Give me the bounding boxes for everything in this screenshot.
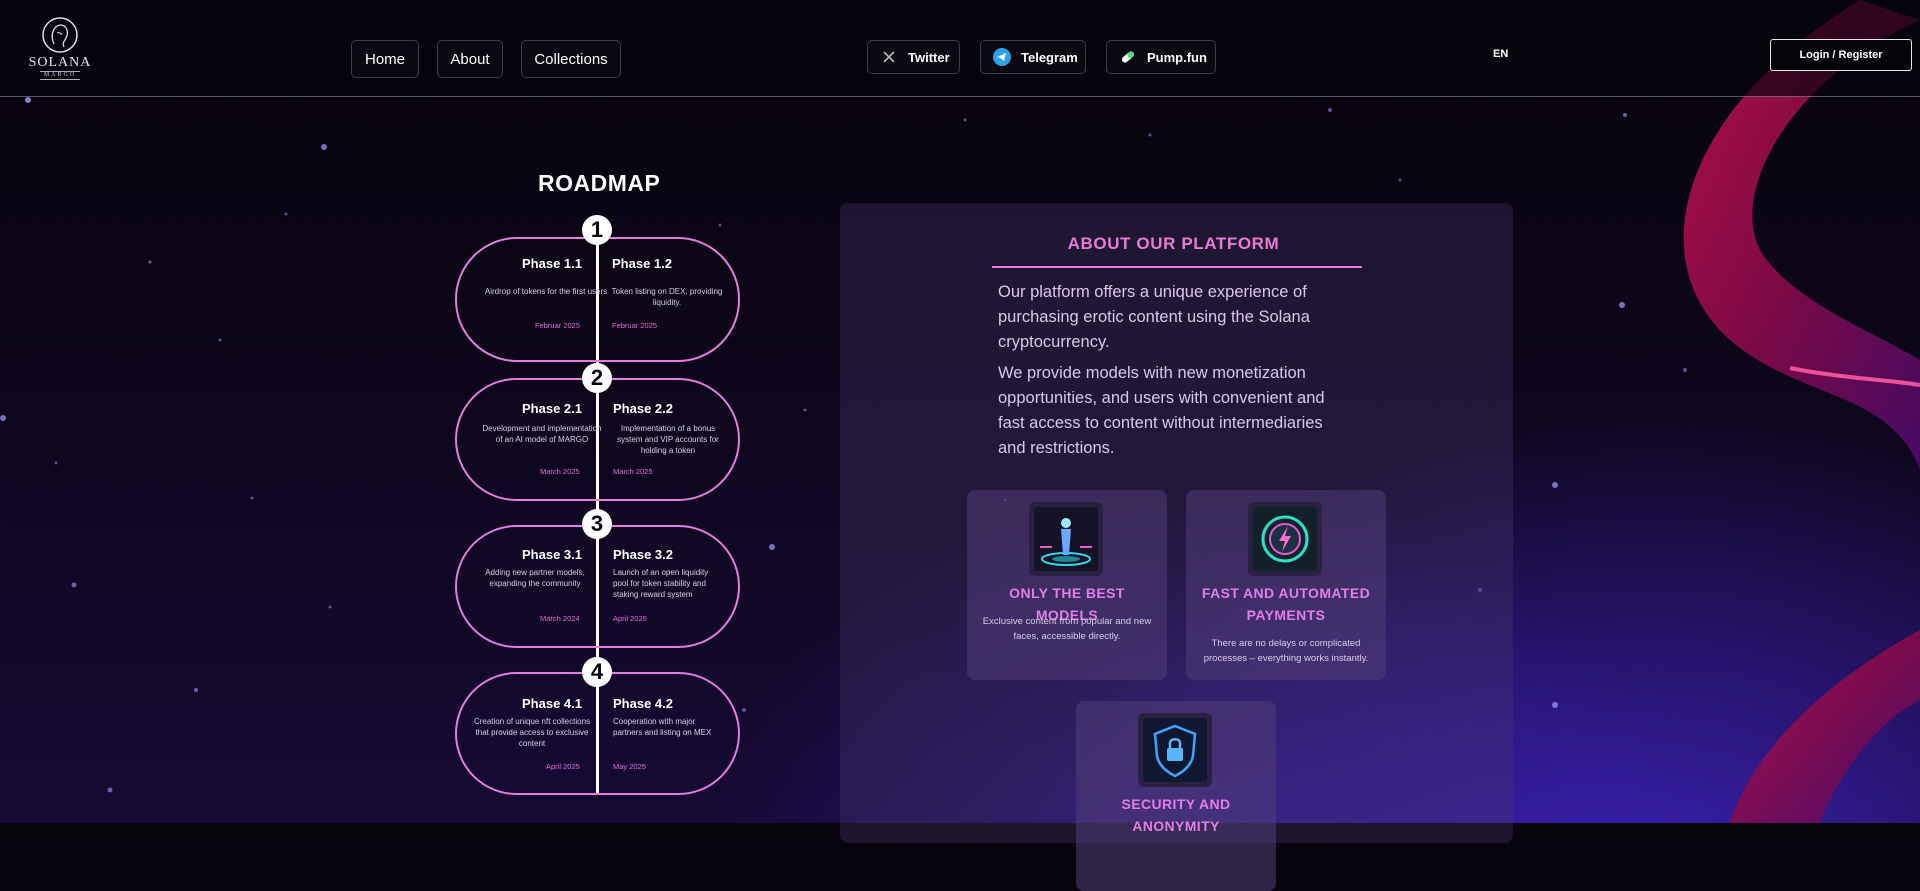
login-register-button[interactable]: Login / Register [1770, 39, 1912, 71]
stage-number-badge: 1 [582, 215, 612, 245]
language-selector[interactable]: EN [1493, 48, 1508, 60]
site-logo[interactable]: SOLANA MARGO [28, 16, 92, 80]
logo-portrait-icon [42, 17, 78, 53]
telegram-button[interactable]: Telegram [980, 40, 1086, 74]
phase-title: Phase 1.1 [522, 256, 582, 271]
feature-title: SECURITY AND ANONYMITY [1121, 796, 1231, 834]
phase-description: Airdrop of tokens for the first users [484, 287, 608, 296]
pumpfun-label: Pump.fun [1147, 49, 1207, 65]
telegram-icon [993, 48, 1011, 66]
phase-title: Phase 2.2 [613, 401, 673, 416]
phase-title: Phase 2.1 [522, 401, 582, 416]
feature-description: There are no delays or complicated proce… [1203, 638, 1369, 664]
phase-date: Februar 2025 [612, 321, 658, 330]
logo-subtitle: MARGO [39, 71, 81, 80]
feature-title: FAST AND AUTOMATED PAYMENTS [1201, 585, 1371, 623]
phase-title: Phase 1.2 [612, 256, 672, 271]
phase-date: March 2024 [540, 614, 580, 623]
telegram-label: Telegram [1021, 49, 1078, 65]
site-header: SOLANA MARGO Home About Collections Twit… [0, 0, 1920, 97]
about-paragraph-2: We provide models with new monetization … [998, 364, 1325, 457]
phase-description: Launch of an open liquidity pool for tok… [613, 568, 709, 599]
roadmap-stage-3: Phase 3.1 Adding new partner models, exp… [455, 525, 740, 648]
phase-title: Phase 3.1 [522, 547, 582, 562]
phase-description: Creation of unique nft collections that … [473, 717, 591, 748]
about-title-underline [992, 266, 1362, 268]
nav-collections[interactable]: Collections [521, 40, 621, 78]
phase-title: Phase 4.1 [522, 696, 582, 711]
phase-date: May 2025 [613, 762, 646, 771]
phase-description: Development and implementation of an AI … [482, 424, 602, 444]
nav-home[interactable]: Home [351, 40, 419, 78]
shield-lock-icon [1138, 713, 1212, 787]
stage-number-badge: 2 [582, 363, 612, 393]
roadmap-title: ROADMAP [538, 170, 661, 196]
roadmap-stage-2: Phase 2.1 Development and implementation… [455, 378, 740, 501]
phase-date: March 2025 [613, 467, 653, 476]
lightning-payment-icon [1248, 502, 1322, 576]
phase-description: Implementation of a bonus system and VIP… [617, 424, 719, 455]
feature-description: Exclusive content from popular and new f… [982, 616, 1152, 642]
logo-wordmark: SOLANA [28, 55, 92, 70]
feature-card-fast-payments[interactable]: FAST AND AUTOMATED PAYMENTS There are no… [1186, 490, 1386, 680]
phase-date: April 2025 [546, 762, 580, 771]
stage-number-badge: 3 [582, 509, 612, 539]
hologram-model-icon [1029, 502, 1103, 576]
about-paragraph-1: Our platform offers a unique experience … [998, 283, 1310, 351]
x-icon [880, 48, 898, 66]
phase-date: Februar 2025 [535, 321, 581, 330]
pumpfun-button[interactable]: Pump.fun [1106, 40, 1216, 74]
pill-icon [1119, 48, 1137, 66]
phase-date: March 2025 [540, 467, 580, 476]
phase-description: Adding new partner models, expanding the… [485, 568, 585, 588]
feature-card-best-models[interactable]: ONLY THE BEST MODELS Exclusive content f… [967, 490, 1167, 680]
about-title: ABOUT OUR PLATFORM [1067, 234, 1280, 253]
phase-date: April 2025 [613, 614, 647, 623]
nav-about[interactable]: About [437, 40, 503, 78]
twitter-button[interactable]: Twitter [867, 40, 960, 74]
stage-number-badge: 4 [582, 657, 612, 687]
roadmap-stage-1: Phase 1.1 Airdrop of tokens for the firs… [455, 237, 740, 362]
neon-ribbon-decoration [1683, 0, 1920, 823]
phase-description: Token listing on DEX, providing liquidit… [611, 287, 723, 307]
phase-description: Cooperation with major partners and list… [613, 717, 712, 737]
roadmap-stage-4: Phase 4.1 Creation of unique nft collect… [455, 672, 740, 795]
twitter-label: Twitter [908, 49, 950, 65]
phase-title: Phase 4.2 [613, 696, 673, 711]
phase-title: Phase 3.2 [613, 547, 673, 562]
feature-card-security[interactable]: SECURITY AND ANONYMITY [1076, 701, 1276, 891]
